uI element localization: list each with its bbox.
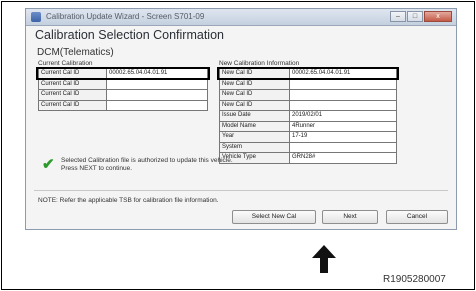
minimize-button[interactable]: –	[390, 11, 406, 22]
table-row: Issue Date 2019/02/01	[220, 111, 397, 122]
maximize-button[interactable]: □	[407, 11, 423, 22]
title-bar[interactable]: Calibration Update Wizard - Screen S701-…	[26, 9, 456, 26]
issue-date-label: Issue Date	[220, 111, 290, 122]
current-cal-id-label: Current Cal ID	[39, 90, 107, 101]
new-calibration-table: New Cal ID 00002.65.04.04.01.91 New Cal …	[219, 68, 397, 164]
status-line-2: Press NEXT to continue.	[61, 165, 133, 172]
page-title: Calibration Selection Confirmation	[35, 28, 224, 42]
up-arrow-icon	[312, 245, 336, 273]
table-row: Vehicle Type GRN28#	[220, 153, 397, 164]
system-label: System	[220, 142, 290, 153]
current-cal-id-value	[107, 79, 208, 90]
table-row: New Cal ID	[220, 90, 397, 101]
new-cal-id-value	[290, 90, 397, 101]
table-row: New Cal ID	[220, 100, 397, 111]
current-cal-highlight	[36, 67, 210, 80]
tsb-note: NOTE: Refer the applicable TSB for calib…	[38, 197, 219, 204]
model-name-label: Model Name	[220, 121, 290, 132]
table-row: Current Cal ID	[39, 100, 208, 111]
table-row: Model Name 4Runner	[220, 121, 397, 132]
window-title: Calibration Update Wizard - Screen S701-…	[46, 12, 205, 21]
model-name-value: 4Runner	[290, 121, 397, 132]
divider	[34, 190, 448, 191]
next-button[interactable]: Next	[322, 210, 378, 224]
current-cal-id-value	[107, 100, 208, 111]
reference-id: R1905280007	[383, 274, 446, 285]
status-message: Selected Calibration file is authorized …	[61, 157, 233, 173]
table-row: Current Cal ID	[39, 90, 208, 101]
system-value	[290, 142, 397, 153]
table-row: New Cal ID	[220, 79, 397, 90]
table-row: Current Cal ID	[39, 79, 208, 90]
new-cal-id-label: New Cal ID	[220, 100, 290, 111]
new-calibration-label: New Calibration Information	[219, 60, 300, 67]
year-label: Year	[220, 132, 290, 143]
year-value: 17-19	[290, 132, 397, 143]
current-cal-id-value	[107, 90, 208, 101]
issue-date-value: 2019/02/01	[290, 111, 397, 122]
new-cal-highlight	[217, 67, 399, 80]
module-name: DCM(Telematics)	[37, 47, 114, 58]
vehicle-type-value: GRN28#	[290, 153, 397, 164]
new-cal-id-value	[290, 100, 397, 111]
wizard-window: Calibration Update Wizard - Screen S701-…	[25, 8, 457, 230]
cancel-button[interactable]: Cancel	[386, 210, 448, 224]
new-cal-id-label: New Cal ID	[220, 79, 290, 90]
current-calibration-label: Current Calibration	[38, 60, 93, 67]
check-icon: ✔	[42, 156, 55, 173]
figure-frame: Calibration Update Wizard - Screen S701-…	[1, 1, 475, 290]
status-line-1: Selected Calibration file is authorized …	[61, 157, 233, 164]
table-row: Year 17-19	[220, 132, 397, 143]
app-icon	[31, 12, 41, 22]
new-cal-id-label: New Cal ID	[220, 90, 290, 101]
current-cal-id-label: Current Cal ID	[39, 79, 107, 90]
window-controls: – □ x	[390, 11, 452, 22]
select-new-cal-button[interactable]: Select New Cal	[232, 210, 316, 224]
table-row: System	[220, 142, 397, 153]
current-cal-id-label: Current Cal ID	[39, 100, 107, 111]
close-button[interactable]: x	[424, 11, 452, 22]
new-cal-id-value	[290, 79, 397, 90]
